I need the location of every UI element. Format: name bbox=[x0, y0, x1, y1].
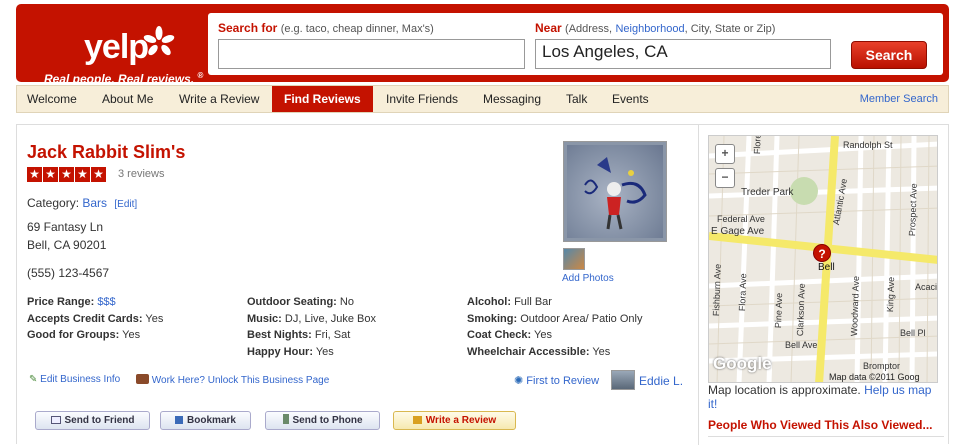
map-attribution: Map data ©2011 Goog bbox=[829, 372, 920, 382]
bookmark-icon bbox=[175, 416, 184, 424]
badge-icon: ✺ bbox=[514, 375, 524, 387]
map-label: Bell Ave bbox=[785, 340, 818, 350]
member-search-link[interactable]: Member Search bbox=[860, 86, 938, 112]
nav-messaging[interactable]: Messaging bbox=[483, 86, 541, 112]
address-line-1: 69 Fantasy Ln bbox=[27, 220, 104, 234]
reviewer-name-link[interactable]: Eddie L. bbox=[639, 374, 683, 388]
envelope-icon bbox=[50, 416, 61, 424]
map-label: Pine Ave bbox=[773, 292, 785, 329]
map-label: Flora Ave bbox=[737, 273, 749, 312]
zoom-in-button[interactable]: + bbox=[715, 144, 735, 164]
pencil-icon bbox=[412, 416, 422, 424]
attr-coat-check: Coat Check: Yes bbox=[467, 329, 552, 341]
map-label: Clarkson Ave bbox=[795, 283, 807, 337]
map-label: Bell Pl bbox=[900, 328, 926, 338]
nav-welcome[interactable]: Welcome bbox=[27, 86, 77, 112]
burst-icon bbox=[143, 26, 175, 56]
bookmark-button[interactable]: Bookmark bbox=[160, 411, 251, 430]
map-note: Map location is approximate. Help us map… bbox=[708, 383, 932, 411]
attr-outdoor-seating: Outdoor Seating: No bbox=[247, 296, 354, 308]
map-label: Acacia bbox=[915, 282, 938, 292]
attr-alcohol: Alcohol: Full Bar bbox=[467, 296, 552, 308]
phone-number: (555) 123-4567 bbox=[27, 266, 110, 280]
location-marker-icon[interactable]: ? bbox=[813, 244, 831, 262]
nav-find-reviews[interactable]: Find Reviews bbox=[272, 86, 373, 112]
unlock-business-link[interactable]: Work Here? Unlock This Business Page bbox=[136, 374, 329, 386]
business-photo[interactable] bbox=[563, 141, 667, 242]
nav-about-me[interactable]: About Me bbox=[102, 86, 153, 112]
attr-wheelchair: Wheelchair Accessible: Yes bbox=[467, 346, 611, 358]
star-icon: ★ bbox=[75, 167, 90, 182]
phone-icon bbox=[282, 414, 289, 424]
first-to-review-link[interactable]: ✺ First to Review bbox=[514, 374, 599, 387]
marker-label: Bell bbox=[818, 262, 835, 273]
business-panel: Jack Rabbit Slim's ★ ★ ★ ★ ★ 3 reviews C… bbox=[16, 124, 949, 445]
search-button[interactable]: Search bbox=[851, 41, 927, 69]
yelp-logo[interactable]: yelp Real people. Real reviews. ® bbox=[30, 16, 210, 86]
column-divider bbox=[698, 125, 699, 445]
star-icon: ★ bbox=[27, 167, 42, 182]
category-line: Category: Bars [Edit] bbox=[27, 196, 138, 210]
reviewer-avatar[interactable] bbox=[611, 370, 635, 390]
map-label: Randolph St bbox=[843, 140, 893, 150]
attr-best-nights: Best Nights: Fri, Sat bbox=[247, 329, 351, 341]
map-label: King Ave bbox=[885, 276, 897, 313]
send-to-friend-button[interactable]: Send to Friend bbox=[35, 411, 150, 430]
star-icon: ★ bbox=[91, 167, 106, 182]
google-logo: Google bbox=[713, 354, 772, 373]
add-photos-link[interactable]: Add Photos bbox=[562, 273, 614, 284]
logo-tagline: Real people. Real reviews. ® bbox=[44, 71, 204, 86]
photo-thumbnail[interactable] bbox=[563, 248, 585, 270]
search-for-input[interactable] bbox=[218, 39, 525, 69]
map-label: Bromptor bbox=[863, 361, 901, 371]
write-review-button[interactable]: Write a Review bbox=[393, 411, 516, 430]
nav-invite-friends[interactable]: Invite Friends bbox=[386, 86, 458, 112]
review-count: 3 reviews bbox=[118, 168, 165, 180]
attr-smoking: Smoking: Outdoor Area/ Patio Only bbox=[467, 313, 643, 325]
send-to-phone-button[interactable]: Send to Phone bbox=[265, 411, 380, 430]
search-for-label: Search for (e.g. taco, cheap dinner, Max… bbox=[218, 21, 434, 35]
address-line-2: Bell, CA 90201 bbox=[27, 238, 107, 252]
category-edit-link[interactable]: [Edit] bbox=[114, 199, 137, 210]
nav-write-review[interactable]: Write a Review bbox=[179, 86, 259, 112]
search-panel: Search for (e.g. taco, cheap dinner, Max… bbox=[208, 13, 943, 75]
map-label: Federal Ave bbox=[717, 214, 765, 224]
map-label: Fishburn Ave bbox=[711, 263, 723, 317]
attr-happy-hour: Happy Hour: Yes bbox=[247, 346, 334, 358]
edit-business-link[interactable]: ✎ Edit Business Info bbox=[29, 374, 120, 385]
nav-talk[interactable]: Talk bbox=[566, 86, 587, 112]
map-label: E Gage Ave bbox=[711, 226, 765, 237]
also-viewed-divider bbox=[708, 436, 944, 437]
attr-price-range: Price Range: $$$ bbox=[27, 296, 116, 308]
logo-wordmark: yelp bbox=[84, 28, 149, 66]
header-bar: yelp Real people. Real reviews. ® Search… bbox=[16, 4, 949, 86]
near-input[interactable]: Los Angeles, CA bbox=[535, 39, 831, 69]
star-rating: ★ ★ ★ ★ ★ bbox=[27, 167, 106, 182]
pencil-icon: ✎ bbox=[29, 374, 38, 385]
attr-credit-cards: Accepts Credit Cards: Yes bbox=[27, 313, 164, 325]
rabbit-photo-art bbox=[584, 157, 647, 230]
map-label: Florence Ave bbox=[752, 136, 764, 154]
nav-events[interactable]: Events bbox=[612, 86, 649, 112]
location-map[interactable]: + − Randolph St Florence Ave Treder Park… bbox=[708, 135, 938, 383]
map-label: Woodward Ave bbox=[849, 275, 862, 337]
star-icon: ★ bbox=[43, 167, 58, 182]
business-name[interactable]: Jack Rabbit Slim's bbox=[27, 142, 185, 163]
attr-music: Music: DJ, Live, Juke Box bbox=[247, 313, 376, 325]
category-link[interactable]: Bars bbox=[82, 196, 107, 210]
near-label: Near (Address, Neighborhood, City, State… bbox=[535, 21, 776, 35]
attr-good-for-groups: Good for Groups: Yes bbox=[27, 329, 141, 341]
also-viewed-heading: People Who Viewed This Also Viewed... bbox=[708, 418, 933, 432]
star-icon: ★ bbox=[59, 167, 74, 182]
main-nav: Welcome About Me Write a Review Find Rev… bbox=[16, 85, 949, 113]
map-label: Treder Park bbox=[741, 187, 794, 198]
briefcase-icon bbox=[136, 374, 149, 384]
map-label: Prospect Ave bbox=[907, 183, 919, 237]
zoom-out-button[interactable]: − bbox=[715, 168, 735, 188]
